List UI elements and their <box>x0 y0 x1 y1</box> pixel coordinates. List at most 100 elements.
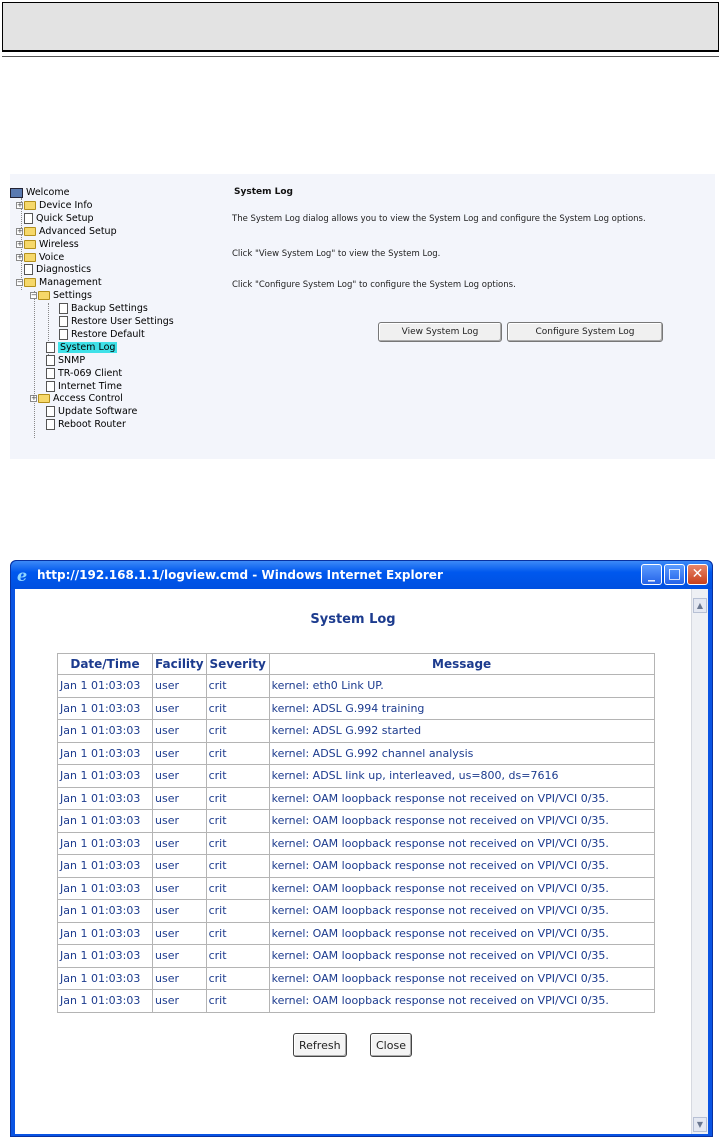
cell-severity: crit <box>206 720 269 742</box>
tree-item-tr069-client[interactable]: TR-069 Client <box>46 367 122 380</box>
cell-datetime: Jan 1 01:03:03 <box>58 742 152 764</box>
ie-title-bar[interactable]: e http://192.168.1.1/logview.cmd - Windo… <box>11 561 712 589</box>
tree-item-label: Restore User Settings <box>71 316 174 327</box>
tree-item-system-log[interactable]: System Log <box>46 341 118 354</box>
cell-facility: user <box>153 697 206 719</box>
cell-facility: user <box>153 720 206 742</box>
tree-item-voice[interactable]: + Voice <box>16 251 64 264</box>
cell-message: kernel: ADSL G.992 channel analysis <box>269 742 654 764</box>
cell-datetime: Jan 1 01:03:03 <box>58 787 152 809</box>
collapse-icon[interactable]: − <box>16 279 23 287</box>
table-row: Jan 1 01:03:03 user crit kernel: OAM loopba… <box>58 832 654 854</box>
folder-icon <box>24 200 36 210</box>
configure-system-log-button[interactable]: Configure System Log <box>507 322 663 342</box>
view-instructions-text: Click "View System Log" to view the Syst… <box>232 249 441 259</box>
folder-icon <box>24 252 36 262</box>
cell-datetime: Jan 1 01:03:03 <box>58 675 152 697</box>
column-header-message: Message <box>269 654 654 674</box>
expand-icon[interactable]: + <box>16 253 23 261</box>
cell-facility: user <box>153 855 206 877</box>
table-row: Jan 1 01:03:03 user crit kernel: ADSL G.992… <box>58 720 654 742</box>
header-rule <box>2 56 719 57</box>
cell-severity: crit <box>206 877 269 899</box>
maximize-icon[interactable]: □ <box>664 564 685 585</box>
minimize-icon[interactable]: _ <box>641 564 662 585</box>
page-icon <box>46 341 55 353</box>
tree-item-advanced-setup[interactable]: + Advanced Setup <box>16 225 117 238</box>
log-title: System Log <box>310 612 396 627</box>
close-button[interactable]: Close <box>370 1033 412 1057</box>
tree-guide-line <box>34 291 35 438</box>
page-icon <box>24 212 33 224</box>
cell-message: kernel: OAM loopback response not receiv… <box>269 810 654 832</box>
cell-facility: user <box>153 765 206 787</box>
scroll-down-icon[interactable]: ▼ <box>693 1117 707 1132</box>
refresh-button[interactable]: Refresh <box>293 1033 347 1057</box>
page-icon <box>46 354 55 366</box>
view-system-log-button[interactable]: View System Log <box>378 322 502 342</box>
tree-item-reboot-router[interactable]: Reboot Router <box>46 418 126 431</box>
tree-item-label: Welcome <box>26 187 70 198</box>
table-row: Jan 1 01:03:03 user crit kernel: OAM loopba… <box>58 945 654 967</box>
cell-facility: user <box>153 877 206 899</box>
tree-item-label: Device Info <box>39 199 93 211</box>
cell-message: kernel: ADSL G.992 started <box>269 720 654 742</box>
vertical-scrollbar[interactable]: ▲ ▼ <box>691 589 708 1134</box>
scroll-up-icon[interactable]: ▲ <box>693 598 707 613</box>
page-icon <box>59 303 68 315</box>
cell-facility: user <box>153 922 206 944</box>
cell-message: kernel: OAM loopback response not receiv… <box>269 787 654 809</box>
expand-icon[interactable]: + <box>16 201 23 209</box>
tree-item-label: Access Control <box>53 393 123 405</box>
tree-item-quick-setup[interactable]: Quick Setup <box>16 212 94 225</box>
table-row: Jan 1 01:03:03 user crit kernel: OAM loopba… <box>58 787 654 809</box>
tree-item-update-software[interactable]: Update Software <box>46 405 137 418</box>
close-icon[interactable]: ✕ <box>687 564 708 585</box>
tree-item-label: Settings <box>53 290 92 302</box>
cell-datetime: Jan 1 01:03:03 <box>58 877 152 899</box>
tree-item-label: Wireless <box>39 238 79 250</box>
folder-icon <box>24 239 36 249</box>
tree-item-management[interactable]: − Management <box>16 276 102 289</box>
cell-severity: crit <box>206 900 269 922</box>
table-row: Jan 1 01:03:03 user crit kernel: OAM loopba… <box>58 990 654 1012</box>
tree-item-restore-default[interactable]: Restore Default <box>59 328 145 341</box>
tree-item-wireless[interactable]: + Wireless <box>16 238 79 251</box>
ie-popup-window: e http://192.168.1.1/logview.cmd - Windo… <box>10 560 713 1137</box>
tree-item-device-info[interactable]: + Device Info <box>16 199 93 212</box>
cell-datetime: Jan 1 01:03:03 <box>58 990 152 1012</box>
cell-severity: crit <box>206 990 269 1012</box>
page-title: System Log <box>234 187 293 197</box>
cell-message: kernel: OAM loopback response not receiv… <box>269 945 654 967</box>
page-icon <box>59 316 68 327</box>
cell-severity: crit <box>206 765 269 787</box>
table-row: Jan 1 01:03:03 user crit kernel: ADSL G.994… <box>58 697 654 719</box>
ie-logo-icon: e <box>17 566 28 585</box>
tree-item-internet-time[interactable]: Internet Time <box>46 380 122 393</box>
document-header-box <box>2 2 719 52</box>
column-header-severity: Severity <box>206 654 269 674</box>
cell-message: kernel: OAM loopback response not receiv… <box>269 877 654 899</box>
tree-item-label: SNMP <box>58 354 86 366</box>
tree-item-backup-settings[interactable]: Backup Settings <box>59 302 148 315</box>
tree-item-snmp[interactable]: SNMP <box>46 354 85 367</box>
table-row: Jan 1 01:03:03 user crit kernel: OAM loopba… <box>58 810 654 832</box>
tree-item-access-control[interactable]: + Access Control <box>30 392 123 405</box>
expand-icon[interactable]: + <box>16 240 23 248</box>
tree-item-diagnostics[interactable]: Diagnostics <box>16 263 91 276</box>
expand-icon[interactable]: + <box>30 395 37 403</box>
cell-facility: user <box>153 810 206 832</box>
tree-item-restore-user-settings[interactable]: Restore User Settings <box>59 315 174 328</box>
page-icon <box>46 406 55 418</box>
collapse-icon[interactable]: − <box>30 292 37 300</box>
cell-datetime: Jan 1 01:03:03 <box>58 967 152 989</box>
page-icon <box>24 264 33 276</box>
expand-icon[interactable]: + <box>16 227 23 235</box>
tree-item-settings[interactable]: − Settings <box>30 289 92 302</box>
cell-facility: user <box>153 742 206 764</box>
cell-severity: crit <box>206 855 269 877</box>
folder-open-icon <box>24 278 36 288</box>
tree-item-welcome[interactable]: Welcome <box>10 186 69 199</box>
